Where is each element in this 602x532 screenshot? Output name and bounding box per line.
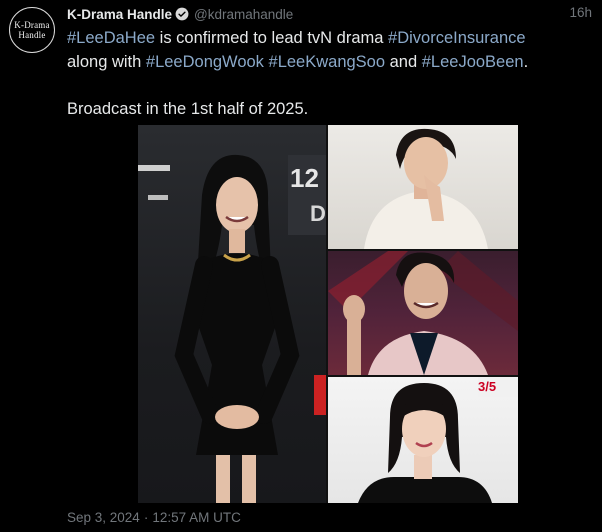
hashtag-divorce-insurance[interactable]: #DivorceInsurance bbox=[388, 29, 526, 47]
svg-text:12: 12 bbox=[290, 163, 319, 193]
hashtag-lee-dong-wook[interactable]: #LeeDongWook bbox=[146, 53, 264, 71]
photo-lee-joo-been[interactable]: 3/5 bbox=[328, 377, 518, 503]
post-time[interactable]: 12:57 AM UTC bbox=[152, 510, 241, 525]
tweet-text-segment: and bbox=[385, 52, 422, 71]
username[interactable]: @kdramahandle bbox=[194, 7, 293, 22]
svg-text:D: D bbox=[310, 201, 326, 226]
tweet-text-segment: is confirmed to lead tvN drama bbox=[155, 29, 389, 47]
hashtag-lee-da-hee[interactable]: #LeeDaHee bbox=[67, 29, 155, 47]
photo-lee-joo-been-illustration: 3/5 bbox=[358, 377, 518, 503]
photo-lee-dong-wook-illustration bbox=[364, 128, 488, 249]
tweet-text-broadcast: Broadcast in the 1st half of 2025. bbox=[67, 99, 309, 118]
display-name[interactable]: K-Drama Handle bbox=[67, 7, 172, 22]
photo-lee-kwang-soo-illustration bbox=[328, 251, 518, 375]
tweet-text: #LeeDaHee is confirmed to lead tvN drama… bbox=[67, 27, 587, 121]
photo-lee-dong-wook[interactable] bbox=[328, 125, 518, 249]
relative-time[interactable]: 16h bbox=[569, 5, 592, 20]
photo-lee-kwang-soo[interactable] bbox=[328, 251, 518, 375]
avatar-text-line2: Handle bbox=[18, 30, 46, 40]
hashtag-lee-kwang-soo[interactable]: #LeeKwangSoo bbox=[269, 53, 386, 71]
tweet-footer: Sep 3, 2024 · 12:57 AM UTC bbox=[67, 510, 241, 525]
footer-separator: · bbox=[143, 510, 149, 525]
tweet-text-segment: along with bbox=[67, 52, 146, 71]
avatar[interactable]: K-Drama Handle bbox=[9, 7, 55, 53]
verified-badge-icon bbox=[175, 7, 189, 21]
post-date[interactable]: Sep 3, 2024 bbox=[67, 510, 140, 525]
media-grid: 12 D 3/5 bbox=[138, 125, 518, 503]
tweet-text-segment: . bbox=[523, 52, 529, 71]
tweet-header: K-Drama Handle @kdramahandle 16h bbox=[67, 5, 592, 23]
hashtag-lee-joo-been[interactable]: #LeeJooBeen bbox=[422, 53, 524, 71]
svg-text:3/5: 3/5 bbox=[478, 379, 496, 394]
photo-lee-da-hee-illustration: 12 D bbox=[138, 154, 326, 503]
avatar-text-line1: K-Drama bbox=[14, 20, 50, 30]
photo-lee-da-hee[interactable]: 12 D bbox=[138, 125, 326, 503]
